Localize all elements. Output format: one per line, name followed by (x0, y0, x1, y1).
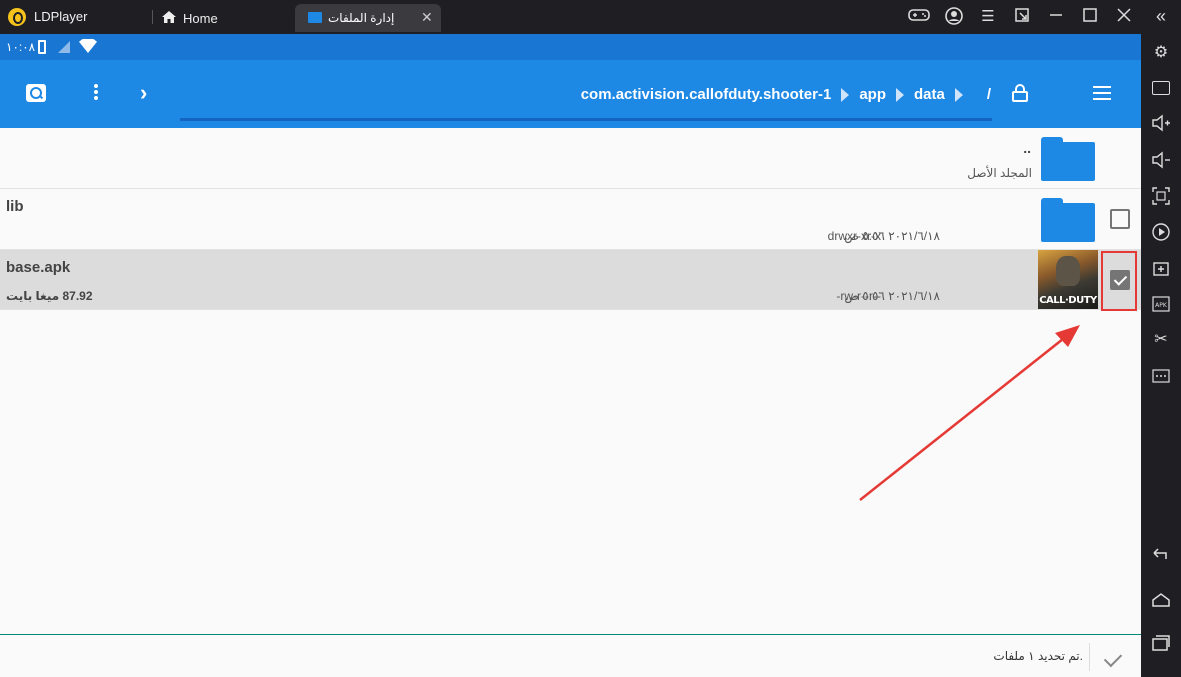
status-time: ١٠:٠٨ (6, 40, 36, 54)
breadcrumb-item-root[interactable]: / (987, 86, 991, 103)
emulator-sidebar: « ⚙ APK ✂ (1141, 0, 1181, 677)
title-bar: LDPlayer Home إدارة الملفات ✕ ☰ (0, 0, 1181, 34)
annotation-highlight-box (1101, 251, 1137, 311)
scissors-icon[interactable]: ✂ (1151, 330, 1171, 350)
divider (1089, 643, 1090, 671)
more-options-icon[interactable] (90, 82, 102, 104)
record-icon[interactable] (1151, 222, 1171, 242)
file-name: base.apk (6, 259, 71, 276)
battery-icon (38, 40, 46, 54)
gamepad-icon[interactable] (908, 7, 930, 27)
collapse-sidebar-icon[interactable]: « (1151, 6, 1171, 26)
wifi-icon (79, 39, 97, 53)
tab-file-manager-label: إدارة الملفات (328, 11, 395, 25)
list-item-lib[interactable]: lib ٢٠٢١/٦/١٨ ٥:٥٦ ص drwxr-xr-x (0, 189, 1141, 250)
keyboard-icon[interactable] (1152, 81, 1170, 95)
account-icon[interactable] (943, 7, 965, 27)
forward-chevron-icon[interactable]: › (140, 80, 147, 106)
menu-icon[interactable]: ☰ (977, 7, 999, 27)
folder-icon (1041, 198, 1095, 242)
restore-icon[interactable] (1011, 7, 1033, 27)
call-of-duty-app-icon: CALL·DUTY (1038, 250, 1098, 309)
maximize-icon[interactable] (1079, 7, 1101, 27)
close-icon[interactable] (1113, 7, 1135, 27)
breadcrumb-arrow-icon (841, 87, 850, 102)
emulator-window: LDPlayer Home إدارة الملفات ✕ ☰ ١٠:٠٨ › … (0, 0, 1181, 677)
selection-bar: تم تحديد ١ ملفات. (0, 634, 1141, 677)
list-item-base-apk[interactable]: base.apk 87.92 ميغا بايت ٢٠٢١/٦/١٨ ٥:٥٦ … (0, 250, 1141, 310)
file-size: 87.92 ميغا بايت (6, 289, 93, 303)
svg-text:APK: APK (1155, 302, 1168, 309)
parent-folder-name: .. (1023, 140, 1031, 156)
breadcrumb-item-data[interactable]: data (914, 86, 945, 103)
parent-folder-subtitle: المجلد الأصل (967, 166, 1032, 180)
volume-down-icon[interactable] (1151, 150, 1171, 170)
ldplayer-logo-icon (8, 8, 26, 26)
signal-icon (58, 41, 70, 53)
annotation-arrow-icon (859, 325, 1080, 501)
recent-apps-icon[interactable] (1151, 633, 1171, 653)
list-item-parent[interactable]: .. المجلد الأصل (0, 128, 1141, 189)
file-name: lib (6, 198, 24, 215)
selection-status: تم تحديد ١ ملفات. (993, 649, 1083, 663)
home-nav-icon[interactable] (1151, 590, 1171, 610)
tab-home[interactable]: Home (160, 3, 290, 31)
tab-close-icon[interactable]: ✕ (421, 9, 433, 26)
app-name: LDPlayer (34, 9, 88, 24)
breadcrumb-arrow-icon (954, 87, 963, 102)
file-permissions: -rw-r--r-- (836, 289, 881, 303)
minimize-icon[interactable] (1045, 7, 1067, 27)
more-tools-icon[interactable] (1151, 366, 1171, 386)
tab-file-manager[interactable]: إدارة الملفات ✕ (295, 4, 441, 32)
folder-icon (1041, 137, 1095, 181)
android-status-bar: ١٠:٠٨ (0, 34, 1141, 60)
file-permissions: drwxr-xr-x (827, 229, 881, 243)
search-icon[interactable] (26, 84, 46, 102)
fullscreen-icon[interactable] (1151, 186, 1171, 206)
folder-icon (308, 12, 322, 23)
apk-install-icon[interactable]: APK (1151, 294, 1171, 314)
volume-up-icon[interactable] (1151, 113, 1171, 133)
file-manager-toolbar: › com.activision.callofduty.shooter-1 ap… (0, 60, 1141, 128)
breadcrumb-item-app[interactable]: app (859, 86, 886, 103)
settings-gear-icon[interactable]: ⚙ (1151, 43, 1171, 63)
breadcrumb: com.activision.callofduty.shooter-1 app … (581, 86, 991, 103)
tab-home-label: Home (183, 11, 218, 26)
select-checkbox[interactable] (1110, 209, 1130, 229)
home-icon (162, 11, 176, 23)
divider (152, 10, 153, 24)
breadcrumb-item-package[interactable]: com.activision.callofduty.shooter-1 (581, 86, 832, 103)
unlock-icon[interactable] (1012, 84, 1028, 102)
hamburger-menu-icon[interactable] (1093, 86, 1111, 100)
breadcrumb-arrow-icon (895, 87, 904, 102)
confirm-check-icon[interactable] (1103, 648, 1123, 668)
back-icon[interactable] (1151, 545, 1171, 565)
thumb-text: CALL·DUTY (1039, 295, 1097, 306)
add-app-icon[interactable] (1151, 258, 1171, 278)
breadcrumb-scrollbar[interactable] (180, 118, 992, 121)
